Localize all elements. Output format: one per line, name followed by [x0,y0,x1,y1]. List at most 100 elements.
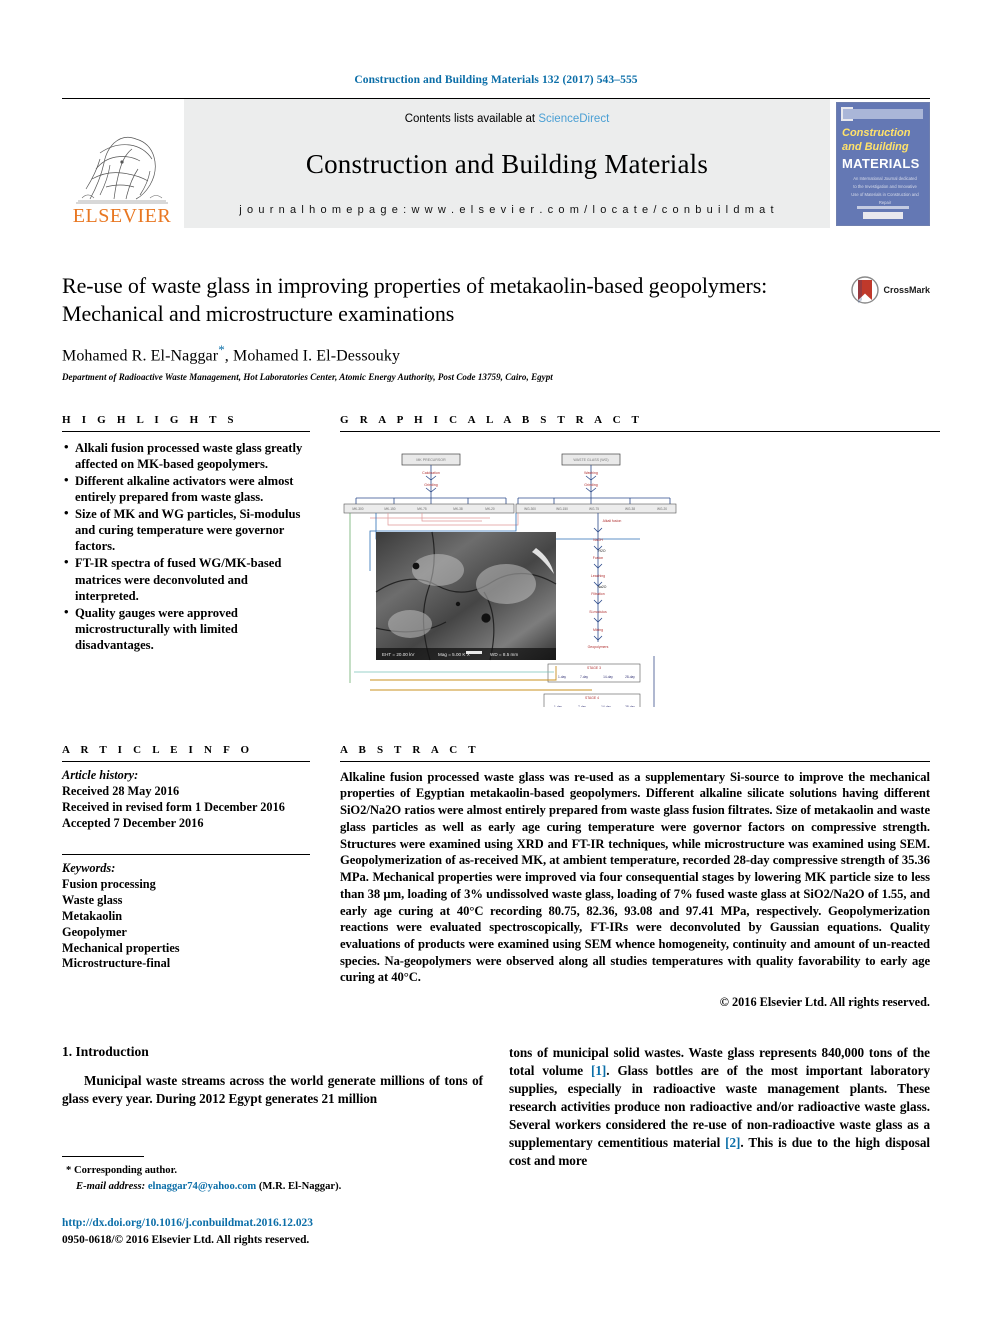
highlights-list: Alkali fusion processed waste glass grea… [62,439,310,653]
svg-text:14-day: 14-day [601,705,611,707]
svg-text:MK PRECURSOR: MK PRECURSOR [416,458,446,462]
article-page: Construction and Building Materials 132 … [0,0,992,1323]
svg-text:Fusion: Fusion [593,556,604,560]
cover-footer-line [857,206,909,209]
author-primary: Mohamed R. El-Naggar [62,347,219,365]
svg-text:Mixing: Mixing [593,628,603,632]
footnote-corresponding: * Corresponding author. [62,1163,506,1178]
journal-title: Construction and Building Materials [305,149,709,179]
keyword-item: Microstructure-final [62,956,171,971]
list-item: Different alkaline activators were almos… [62,472,310,505]
article-history-label: Article history: [62,767,139,782]
citation-ref-2[interactable]: [2] [725,1135,740,1150]
svg-text:Mag = 5.00 K X: Mag = 5.00 K X [438,652,470,657]
email-label: E-mail address: [76,1180,146,1192]
footnote-corresponding-text: Corresponding author. [73,1165,177,1177]
journal-band: Contents lists available at ScienceDirec… [184,99,830,228]
graphical-abstract-column: G R A P H I C A L A B S T R A C T MK PRE… [340,414,940,710]
svg-text:Na2O: Na2O [598,585,607,589]
sciencedirect-link[interactable]: ScienceDirect [538,113,609,125]
svg-text:1-day: 1-day [554,705,562,707]
svg-text:NaOH: NaOH [593,538,603,542]
article-revised: Received in revised form 1 December 2016 [62,799,285,814]
journal-masthead: ELSEVIER Contents lists available at Sci… [62,98,930,228]
running-head: Construction and Building Materials 132 … [354,74,638,86]
intro-paragraph-left: Municipal waste streams across the world… [62,1073,483,1107]
footnote-rule [62,1156,144,1158]
doi-link[interactable]: http://dx.doi.org/10.1016/j.conbuildmat.… [62,1215,313,1232]
svg-text:WG-300: WG-300 [524,507,536,511]
article-accepted: Accepted 7 December 2016 [62,815,204,830]
citation-ref-1[interactable]: [1] [591,1063,606,1078]
issn-copyright: 0950-0618/© 2016 Elsevier Ltd. All right… [62,1233,310,1246]
abstract-text: Alkaline fusion processed waste glass wa… [340,769,930,985]
highlights-column: H I G H L I G H T S Alkali fusion proces… [62,414,310,710]
keywords-block: Keywords: Fusion processing Waste glass … [62,861,310,973]
keyword-item: Geopolymer [62,924,127,939]
cover-footer-box [863,212,903,219]
elsevier-wordmark: ELSEVIER [72,205,172,227]
svg-text:Grinding: Grinding [424,483,438,487]
highlights-graphical-row: H I G H L I G H T S Alkali fusion proces… [62,414,940,710]
author-list: Mohamed R. El-Naggar*, Mohamed I. El-Des… [62,342,930,365]
svg-text:MK-150: MK-150 [384,507,395,511]
footnote-block: * Corresponding author. E-mail address: … [62,1156,506,1194]
svg-text:7-day: 7-day [580,675,588,679]
body-column-left: 1. Introduction Municipal waste streams … [62,1044,483,1192]
highlights-rule [62,430,310,432]
svg-text:7-day: 7-day [578,705,586,707]
svg-text:Grinding: Grinding [584,483,598,487]
crossmark-label: CrossMark [883,285,930,295]
journal-homepage-line[interactable]: j o u r n a l h o m e p a g e : w w w . … [239,204,774,216]
elsevier-tree-icon [76,136,168,204]
svg-text:Calcination: Calcination [422,471,440,475]
keyword-item: Metakaolin [62,908,123,923]
svg-text:28-day: 28-day [625,675,635,679]
abstract-heading: A B S T R A C T [340,743,480,756]
keyword-item: Mechanical properties [62,940,180,955]
abstract-copyright: © 2016 Elsevier Ltd. All rights reserved… [719,995,930,1010]
svg-text:Leaching: Leaching [591,574,605,578]
list-item: Quality gauges were approved microstruct… [62,604,310,653]
cover-line-3: MATERIALS [842,156,920,171]
svg-text:MK-300: MK-300 [352,507,363,511]
page-title: Re-use of waste glass in improving prope… [62,273,768,327]
svg-text:WD = 8.5 mm: WD = 8.5 mm [490,652,518,657]
keyword-item: Fusion processing [62,876,156,891]
cover-top-bar [843,109,923,119]
body-column-right: tons of municipal solid wastes. Waste gl… [509,1044,930,1170]
svg-text:STAGE 4: STAGE 4 [585,696,599,700]
abstract-rule [340,760,930,762]
article-received: Received 28 May 2016 [62,783,180,798]
contents-prefix: Contents lists available at [404,113,539,125]
graphical-abstract-heading: G R A P H I C A L A B S T R A C T [340,413,644,426]
svg-text:MK-75: MK-75 [417,507,427,511]
graphical-abstract-diagram: MK PRECURSOR WASTE GLASS (WG) Calcinatio… [343,453,677,707]
email-link[interactable]: elnaggar74@yahoo.com [148,1181,256,1192]
footnote-star: * [66,1165,72,1177]
list-item: FT-IR spectra of fused WG/MK-based matri… [62,554,310,603]
list-item: Alkali fusion processed waste glass grea… [62,439,310,472]
svg-text:MK-20: MK-20 [485,507,495,511]
svg-text:STAGE 3: STAGE 3 [587,666,601,670]
article-info-spacer [62,832,310,854]
keyword-item: Waste glass [62,892,123,907]
keywords-label: Keywords: [62,860,116,875]
footnote-email-line: E-mail address: elnaggar74@yahoo.com (M.… [62,1179,506,1194]
crossmark-badge[interactable]: CrossMark [851,276,930,304]
crossmark-icon [851,276,880,304]
svg-text:WG-38: WG-38 [625,507,635,511]
corresponding-author-marker: * [218,342,225,358]
svg-text:WG-150: WG-150 [556,507,568,511]
abstract-column: A B S T R A C T Alkaline fusion processe… [340,744,930,1011]
list-item: Size of MK and WG particles, Si-modulus … [62,505,310,554]
article-info-rule [62,760,310,762]
svg-text:WASTE GLASS (WG): WASTE GLASS (WG) [573,458,608,462]
svg-text:MK-38: MK-38 [453,507,463,511]
section-heading-introduction: 1. Introduction [62,1044,149,1060]
svg-text:Alkali fusion: Alkali fusion [603,519,622,523]
svg-text:14-day: 14-day [603,675,613,679]
article-info-column: A R T I C L E I N F O Article history: R… [62,744,310,1011]
cover-blurb: An International Journal dedicated to th… [851,176,919,205]
email-owner: (M.R. El-Naggar). [258,1180,342,1192]
